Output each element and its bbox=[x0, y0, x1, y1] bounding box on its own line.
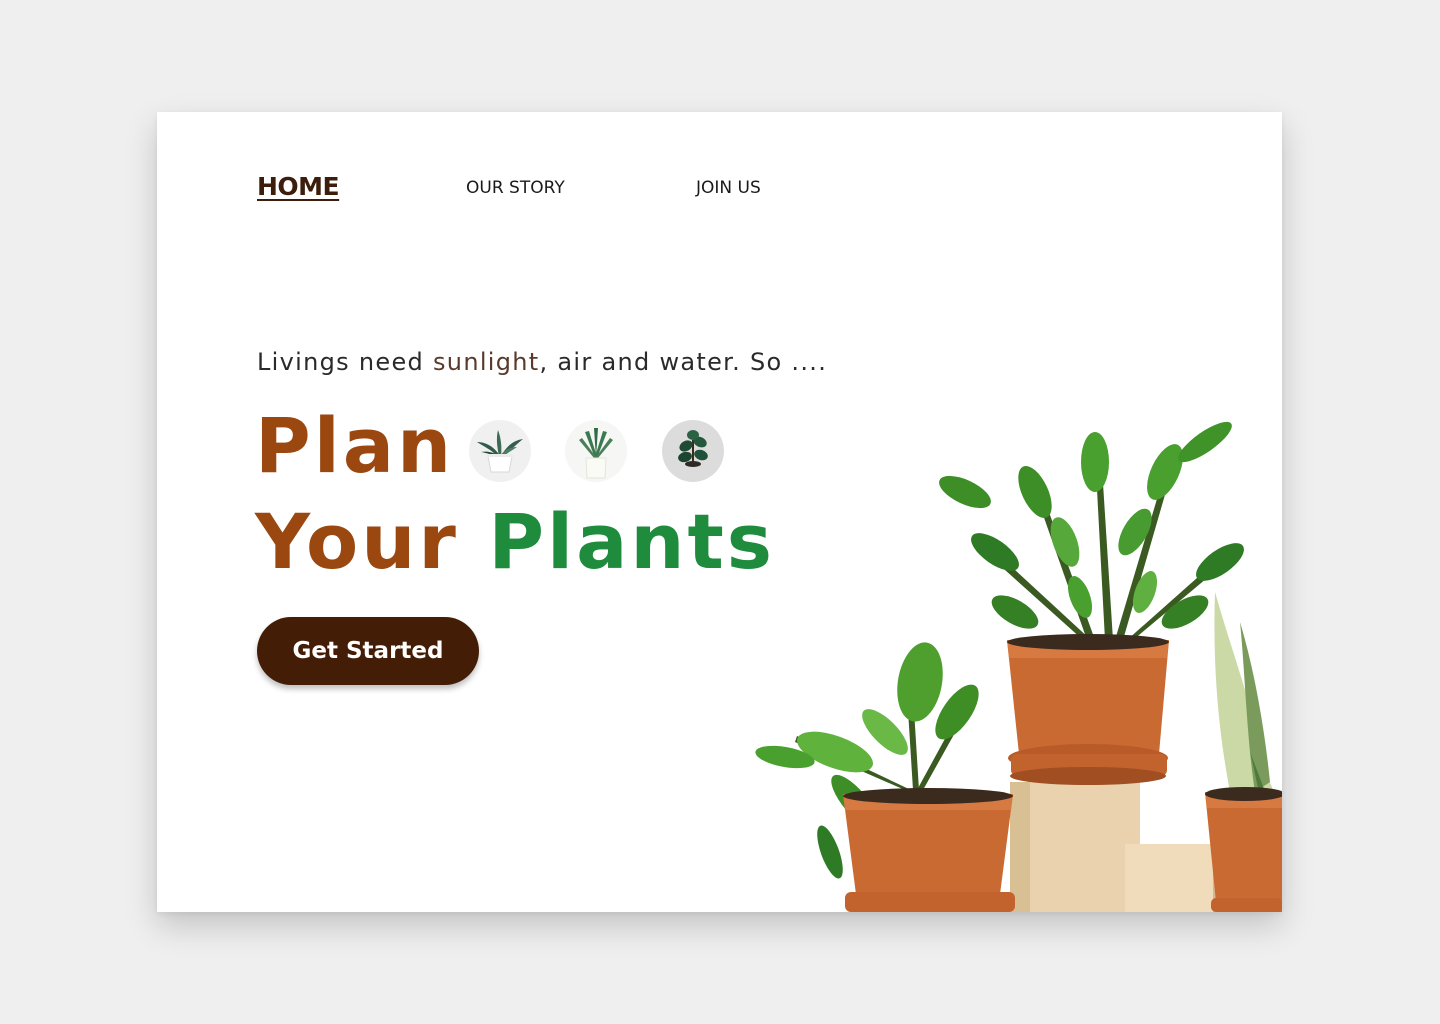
headline-plants: Plants bbox=[488, 497, 776, 586]
potted-plants-illustration bbox=[755, 421, 1282, 912]
tagline-text-end: , air and water. So .... bbox=[539, 348, 828, 376]
get-started-button[interactable]: Get Started bbox=[257, 617, 479, 685]
landing-card: HOME OUR STORY JOIN US Livings need sunl… bbox=[157, 112, 1282, 912]
tagline-highlight: sunlight bbox=[433, 348, 540, 376]
hero-tagline: Livings need sunlight, air and water. So… bbox=[257, 348, 827, 376]
nav-link-join-us[interactable]: JOIN US bbox=[696, 178, 761, 198]
fiddle-leaf-fig-icon[interactable] bbox=[662, 420, 724, 482]
tagline-text-start: Livings need bbox=[257, 348, 433, 376]
aloe-white-pot-icon[interactable] bbox=[565, 420, 627, 482]
nav-link-home[interactable]: HOME bbox=[257, 172, 340, 201]
headline-your: Your bbox=[255, 497, 459, 586]
nav-link-our-story[interactable]: OUR STORY bbox=[466, 178, 565, 198]
snake-plant-white-pot-icon[interactable] bbox=[469, 420, 531, 482]
headline-your-plants: Your Plants bbox=[255, 504, 775, 580]
headline-plan: Plan bbox=[255, 401, 455, 490]
